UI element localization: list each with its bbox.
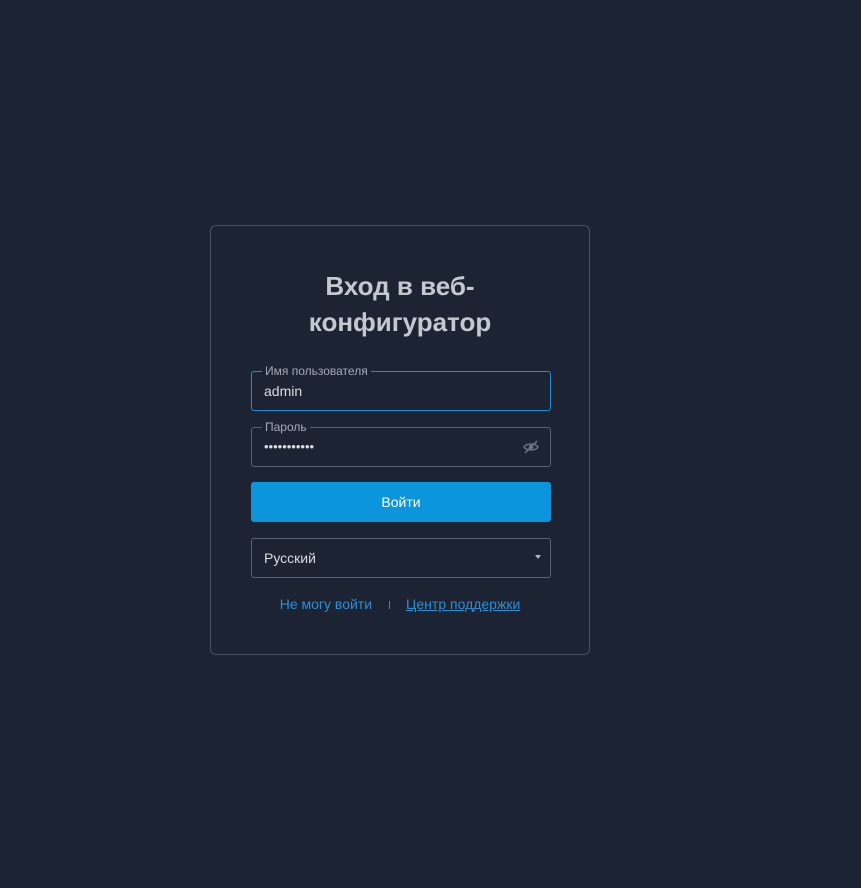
language-select[interactable]: Русский [251, 538, 551, 578]
password-field[interactable]: Пароль ••••••••••• [251, 420, 551, 467]
cant-login-link[interactable]: Не могу войти [280, 596, 372, 612]
username-label: Имя пользователя [262, 364, 371, 378]
username-field[interactable]: Имя пользователя admin [251, 364, 551, 411]
page-title: Вход в веб-конфигуратор [308, 271, 492, 337]
login-button[interactable]: Войти [251, 482, 551, 522]
language-selected: Русский [264, 550, 316, 566]
username-input[interactable]: admin [264, 383, 302, 400]
support-center-link[interactable]: Центр поддержки [406, 596, 520, 612]
caret-down-icon [535, 555, 541, 559]
login-card: Вход в веб-конфигуратор Имя пользователя… [210, 225, 590, 655]
eye-off-icon[interactable] [522, 438, 540, 456]
link-separator [389, 601, 391, 609]
help-links: Не могу войти Центр поддержки [211, 596, 589, 613]
password-label: Пароль [262, 420, 310, 434]
password-input[interactable]: ••••••••••• [264, 438, 314, 455]
